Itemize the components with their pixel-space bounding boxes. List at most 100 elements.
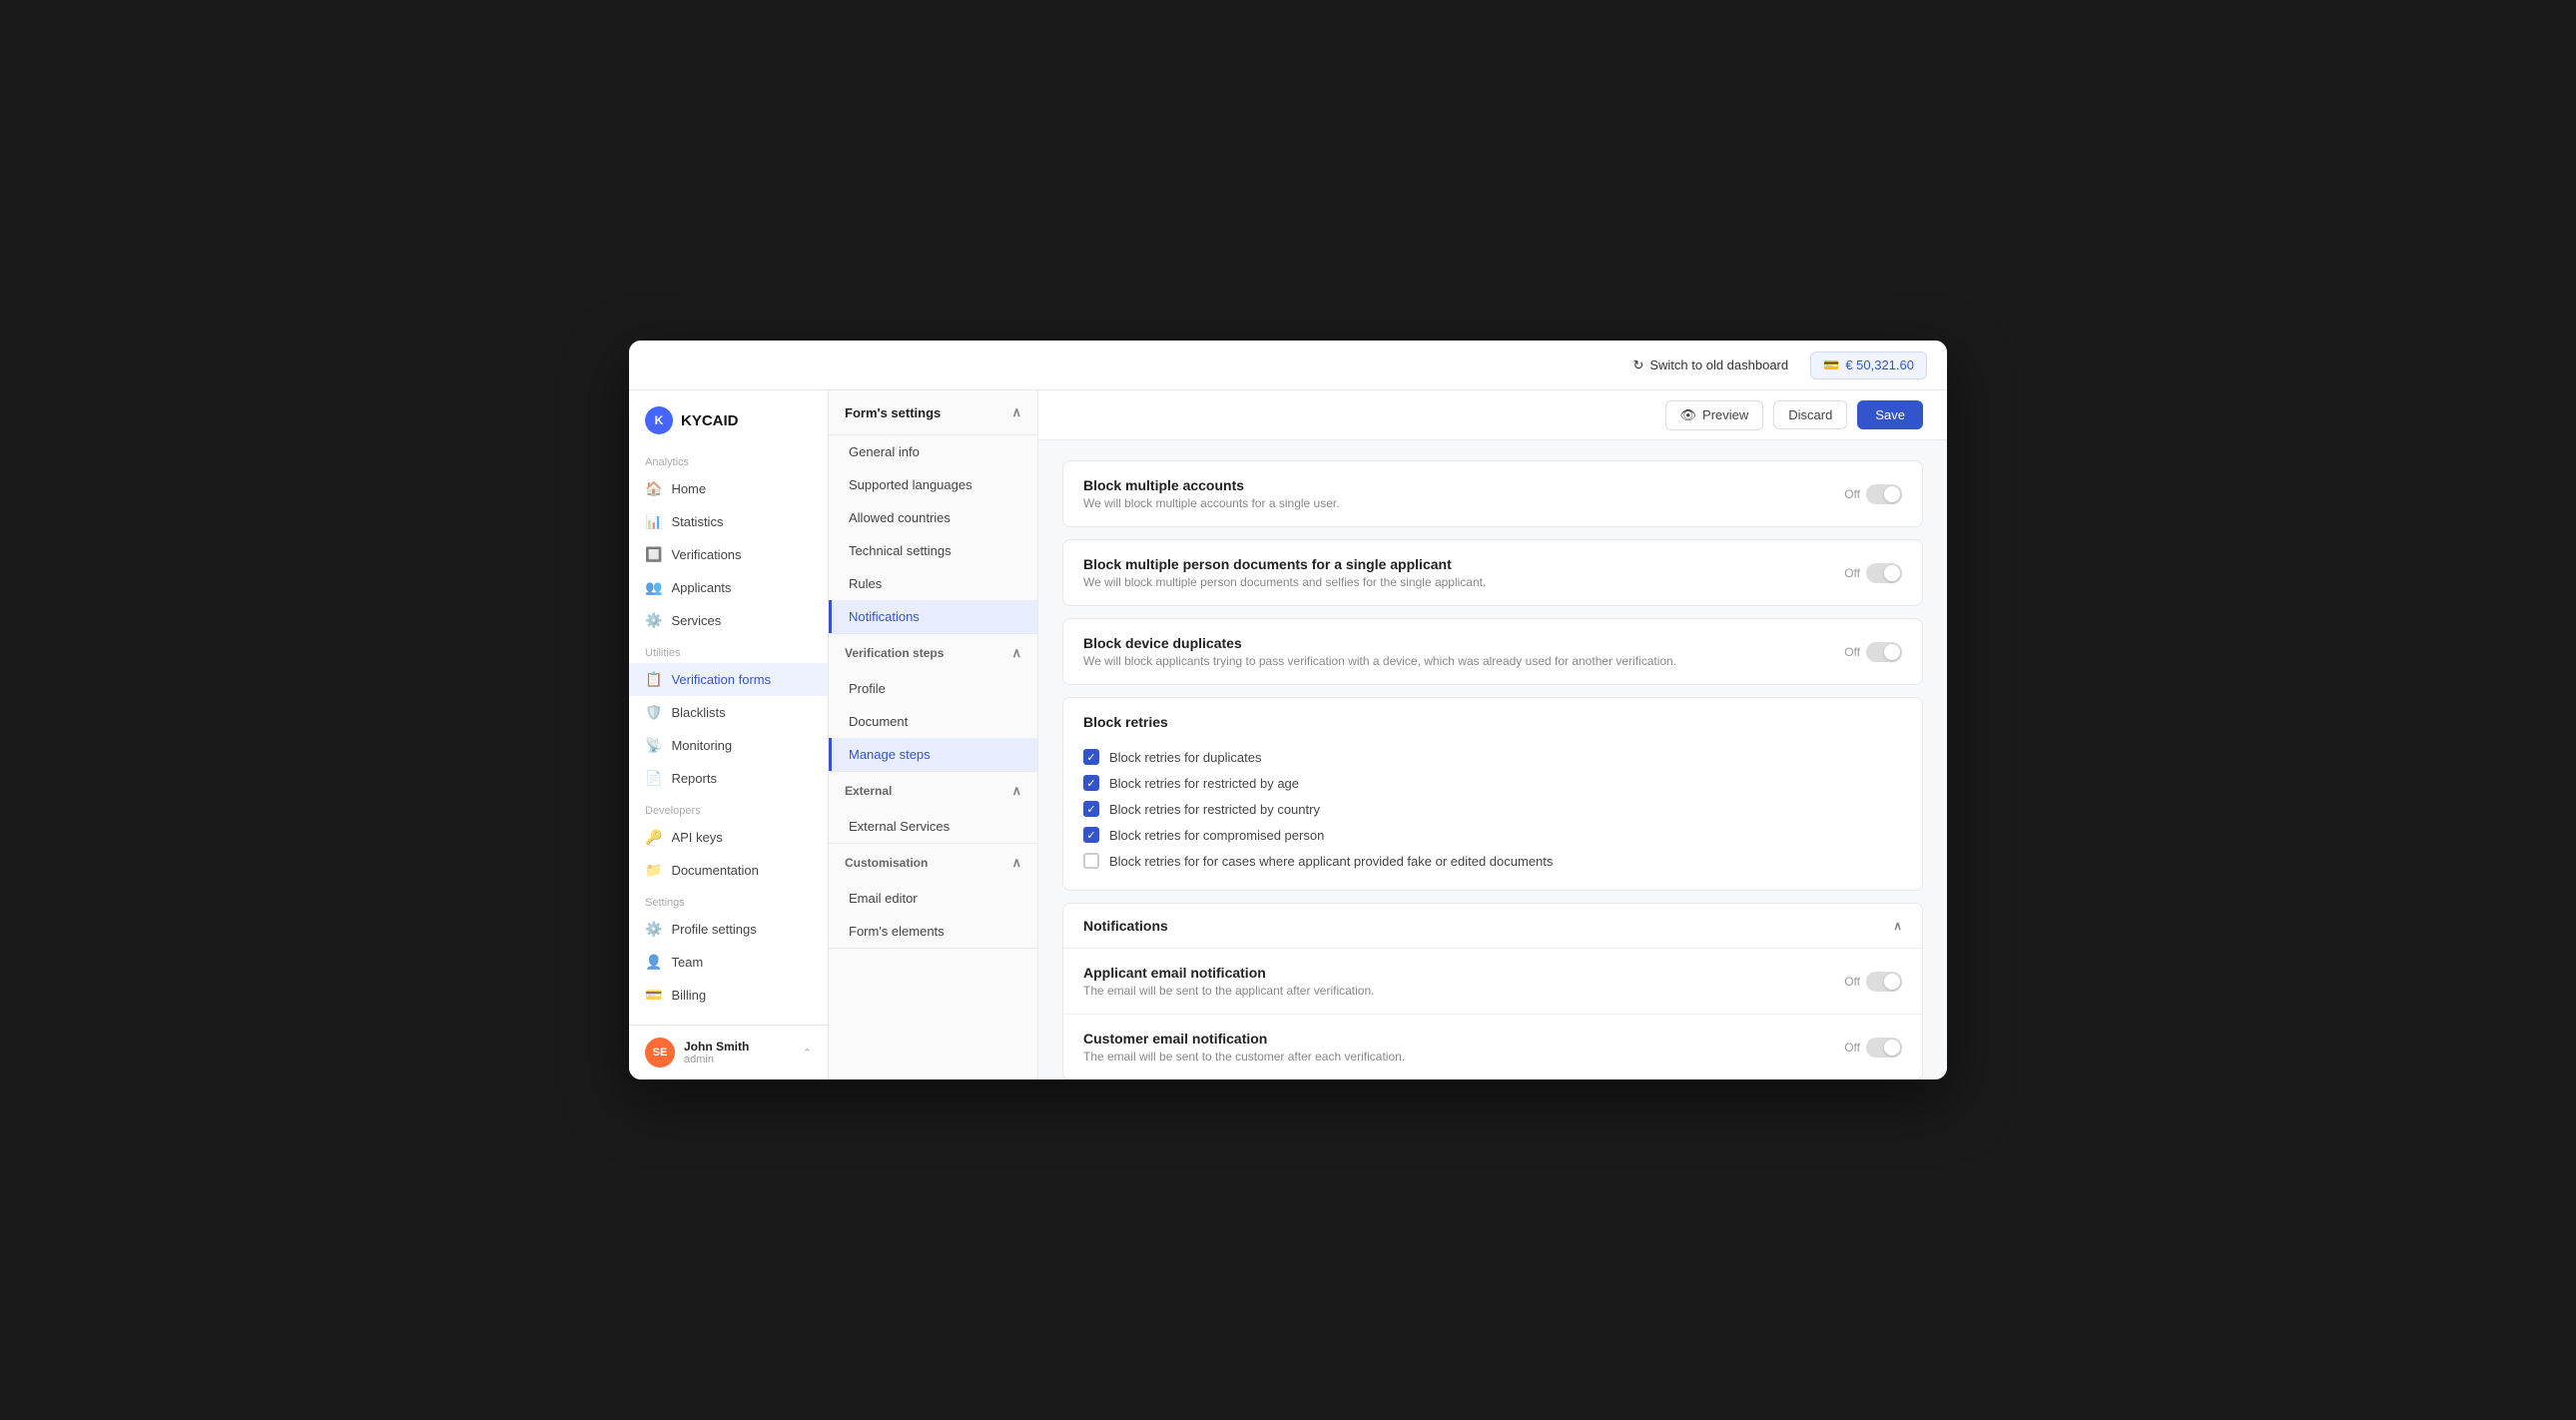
user-avatar: SE	[645, 1038, 675, 1067]
external-header[interactable]: External ∧	[829, 772, 1037, 810]
api-keys-icon: 🔑	[645, 829, 662, 846]
sidebar-item-services[interactable]: ⚙️ Services	[629, 604, 828, 637]
toggle-label: Off	[1844, 487, 1860, 501]
statistics-icon: 📊	[645, 513, 662, 530]
form-settings-header[interactable]: Form's settings ∧	[829, 390, 1037, 435]
sidebar-item-monitoring[interactable]: 📡 Monitoring	[629, 729, 828, 762]
content-scroll: Block multiple accounts We will block mu…	[1038, 440, 1947, 1079]
check-icon: ✓	[1086, 777, 1095, 790]
applicant-email-row: Applicant email notification The email w…	[1063, 949, 1922, 1015]
sidebar-item-statistics[interactable]: 📊 Statistics	[629, 505, 828, 538]
sidebar-item-billing[interactable]: 💳 Billing	[629, 979, 828, 1012]
card-title: Block multiple accounts	[1083, 477, 1340, 493]
checkbox-label: Block retries for duplicates	[1109, 750, 1261, 765]
nav-supported-languages[interactable]: Supported languages	[829, 468, 1037, 501]
chevron-up-icon-4: ∧	[1011, 855, 1021, 871]
nav-external-services[interactable]: External Services	[829, 810, 1037, 843]
sidebar-item-label: Statistics	[671, 514, 723, 529]
checkbox-age[interactable]: ✓	[1083, 775, 1099, 791]
discard-button[interactable]: Discard	[1773, 400, 1847, 429]
customer-email-title: Customer email notification	[1083, 1031, 1405, 1047]
nav-notifications[interactable]: Notifications	[829, 600, 1037, 633]
nav-manage-steps[interactable]: Manage steps	[829, 738, 1037, 771]
sidebar-item-documentation[interactable]: 📁 Documentation	[629, 854, 828, 887]
profile-settings-icon: ⚙️	[645, 921, 662, 938]
applicant-email-desc: The email will be sent to the applicant …	[1083, 984, 1374, 998]
sidebar-item-applicants[interactable]: 👥 Applicants	[629, 571, 828, 604]
monitoring-icon: 📡	[645, 737, 662, 754]
toggle-label-applicant: Off	[1844, 975, 1860, 989]
nav-allowed-countries[interactable]: Allowed countries	[829, 501, 1037, 534]
settings-card-3: Block device duplicates We will block ap…	[1062, 618, 1923, 685]
sidebar-item-api-keys[interactable]: 🔑 API keys	[629, 821, 828, 854]
sidebar-item-blacklists[interactable]: 🛡️ Blacklists	[629, 696, 828, 729]
card-row-info-3: Block device duplicates We will block ap…	[1083, 635, 1676, 668]
sidebar-user[interactable]: SE John Smith admin ⌃	[629, 1025, 828, 1079]
nav-form-elements[interactable]: Form's elements	[829, 915, 1037, 948]
sidebar-item-profile-settings[interactable]: ⚙️ Profile settings	[629, 913, 828, 946]
customer-email-toggle[interactable]	[1866, 1038, 1902, 1058]
sidebar-item-home[interactable]: 🏠 Home	[629, 472, 828, 505]
chevron-up-icon-notifications: ∧	[1893, 919, 1902, 933]
block-device-toggle[interactable]	[1866, 642, 1902, 662]
nav-technical-settings[interactable]: Technical settings	[829, 534, 1037, 567]
sidebar-item-label: Documentation	[671, 863, 758, 878]
utilities-section-label: Utilities	[629, 637, 828, 663]
nav-email-editor[interactable]: Email editor	[829, 882, 1037, 915]
external-section: External ∧ External Services	[829, 772, 1037, 844]
notifications-card: Notifications ∧ Applicant email notifica…	[1062, 903, 1923, 1079]
sidebar-item-team[interactable]: 👤 Team	[629, 946, 828, 979]
app-window: ↻ Switch to old dashboard 💳 € 50,321.60 …	[629, 341, 1947, 1079]
checkbox-duplicates[interactable]: ✓	[1083, 749, 1099, 765]
block-device-row: Block device duplicates We will block ap…	[1063, 619, 1922, 684]
checkbox-fake-docs[interactable]	[1083, 853, 1099, 869]
sidebar-item-label: Profile settings	[671, 922, 756, 937]
blacklists-icon: 🛡️	[645, 704, 662, 721]
checkbox-item-3: ✓ Block retries for restricted by countr…	[1083, 796, 1902, 822]
nav-rules[interactable]: Rules	[829, 567, 1037, 600]
sidebar-item-label: Applicants	[671, 580, 731, 595]
sidebar-item-label: Team	[671, 955, 703, 970]
sidebar-item-verification-forms[interactable]: 📋 Verification forms	[629, 663, 828, 696]
notifications-header[interactable]: Notifications ∧	[1063, 904, 1922, 949]
eye-icon: 👁	[1680, 407, 1697, 423]
checkbox-compromised[interactable]: ✓	[1083, 827, 1099, 843]
chevron-up-icon-3: ∧	[1011, 783, 1021, 799]
applicant-email-toggle[interactable]	[1866, 972, 1902, 992]
customisation-header[interactable]: Customisation ∧	[829, 844, 1037, 882]
card-desc-3: We will block applicants trying to pass …	[1083, 654, 1676, 668]
customer-email-info: Customer email notification The email wi…	[1083, 1031, 1405, 1064]
checkbox-item-2: ✓ Block retries for restricted by age	[1083, 770, 1902, 796]
preview-button[interactable]: 👁 Preview	[1665, 400, 1764, 430]
sidebar-item-verifications[interactable]: 🔲 Verifications	[629, 538, 828, 571]
applicant-email-info: Applicant email notification The email w…	[1083, 965, 1374, 998]
user-name: John Smith	[684, 1040, 794, 1054]
nav-profile[interactable]: Profile	[829, 672, 1037, 705]
sidebar-item-reports[interactable]: 📄 Reports	[629, 762, 828, 795]
customer-email-desc: The email will be sent to the customer a…	[1083, 1050, 1405, 1064]
checkbox-country[interactable]: ✓	[1083, 801, 1099, 817]
checkbox-label: Block retries for restricted by age	[1109, 776, 1299, 791]
nav-document[interactable]: Document	[829, 705, 1037, 738]
checkbox-label: Block retries for compromised person	[1109, 828, 1324, 843]
content-header: 👁 Preview Discard Save	[1038, 390, 1947, 440]
block-multiple-accounts-row: Block multiple accounts We will block mu…	[1063, 461, 1922, 526]
customer-email-row: Customer email notification The email wi…	[1063, 1015, 1922, 1079]
sidebar-item-label: API keys	[671, 830, 722, 845]
save-button[interactable]: Save	[1857, 400, 1923, 429]
verification-steps-header[interactable]: Verification steps ∧	[829, 634, 1037, 672]
card-row-info-2: Block multiple person documents for a si…	[1083, 556, 1486, 589]
block-multiple-accounts-toggle[interactable]	[1866, 484, 1902, 504]
block-multiple-docs-toggle[interactable]	[1866, 563, 1902, 583]
sidebar: K KYCAID Analytics 🏠 Home 📊 Statistics 🔲…	[629, 390, 829, 1079]
reports-icon: 📄	[645, 770, 662, 787]
content-area: 👁 Preview Discard Save Block multiple ac…	[1038, 390, 1947, 1079]
sidebar-item-label: Verifications	[671, 547, 741, 562]
toggle-container: Off	[1844, 484, 1902, 504]
switch-dashboard-button[interactable]: ↻ Switch to old dashboard	[1622, 352, 1798, 379]
toggle-container-applicant: Off	[1844, 972, 1902, 992]
sidebar-item-label: Monitoring	[671, 738, 732, 753]
check-icon: ✓	[1086, 829, 1095, 842]
card-title-2: Block multiple person documents for a si…	[1083, 556, 1486, 572]
nav-general-info[interactable]: General info	[829, 435, 1037, 468]
